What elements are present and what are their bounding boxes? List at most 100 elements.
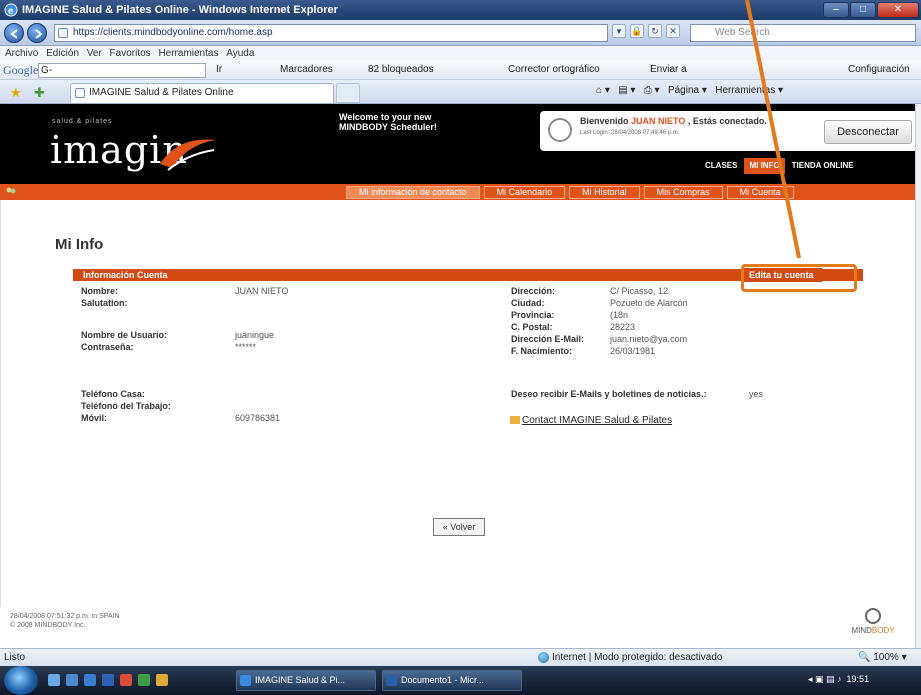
field-usuario: Nombre de Usuario: juaningue <box>81 330 401 342</box>
new-tab-button[interactable] <box>336 83 360 103</box>
menu-edicion[interactable]: Edición <box>46 46 79 61</box>
favorites-star-icon[interactable]: ★ <box>10 85 22 101</box>
blocked-popups-button[interactable]: 82 bloqueados <box>368 64 434 75</box>
menu-herramientas[interactable]: Herramientas <box>158 46 218 61</box>
user-name: JUAN NIETO <box>631 116 686 126</box>
field-value: yes <box>749 389 764 399</box>
page-menu-button[interactable]: Página <box>668 85 699 96</box>
subnav-calendar[interactable]: Mi Calendario <box>483 186 566 199</box>
menu-ayuda[interactable]: Ayuda <box>226 46 254 61</box>
feeds-icon[interactable]: ▤ ▾ <box>618 85 635 96</box>
google-go-button[interactable]: Ir <box>216 64 222 75</box>
field-nacimiento: F. Nacimiento: 26/03/1981 <box>511 346 811 358</box>
dropdown-icon[interactable]: ▾ <box>612 24 626 38</box>
login-box: Bienvenido JUAN NIETO , Estás conectado.… <box>540 111 915 151</box>
send-to-button[interactable]: Enviar a <box>650 64 687 75</box>
web-search-input[interactable]: Web Search <box>690 24 916 42</box>
home-icon[interactable]: ⌂ ▾ <box>596 85 610 96</box>
stop-icon[interactable]: ✕ <box>666 24 680 38</box>
ie-task-icon <box>240 675 251 686</box>
footer-copyright: © 2008 MINDBODY Inc. <box>10 622 86 629</box>
field-tel-trabajo: Teléfono del Trabajo: <box>81 401 401 413</box>
window-titlebar: e IMAGINE Salud & Pilates Online - Windo… <box>0 0 921 20</box>
topnav-tienda-online[interactable]: TIENDA ONLINE <box>786 158 859 174</box>
field-value: 28223 <box>610 322 636 332</box>
field-value: juan.nieto@ya.com <box>610 334 688 344</box>
mail-quicklaunch-icon[interactable] <box>102 674 114 686</box>
mindbody-logo[interactable]: MINDBODY <box>838 608 908 642</box>
security-zone-label: Internet | Modo protegido: desactivado <box>552 652 723 664</box>
callout-highlight-box <box>741 264 857 292</box>
subnav-purchases[interactable]: Mis Compras <box>643 186 723 199</box>
subnav-history[interactable]: Mi Historial <box>569 186 640 199</box>
word-task-icon <box>386 675 397 686</box>
refresh-icon[interactable]: ↻ <box>648 24 662 38</box>
subnav-account[interactable]: Mi Cuenta <box>726 186 794 199</box>
menu-favoritos[interactable]: Favoritos <box>110 46 151 61</box>
contact-link[interactable]: Contact IMAGINE Salud & Pilates <box>510 415 672 426</box>
field-movil: Móvil: 609786381 <box>81 413 401 425</box>
taskbar-item-word-label: Documento1 - Micr... <box>401 675 485 685</box>
topnav-mi-info[interactable]: MI INFO <box>744 158 785 174</box>
field-value: 26/03/1981 <box>610 346 656 356</box>
forward-nav-button[interactable] <box>27 23 47 43</box>
close-window-button[interactable]: ✕ <box>877 2 919 18</box>
field-salutation: Salutation: <box>81 298 401 310</box>
ie-quicklaunch-icon[interactable] <box>84 674 96 686</box>
tools-menu-button[interactable]: Herramientas <box>715 85 775 96</box>
logout-button[interactable]: Desconectar <box>824 120 912 144</box>
menu-ver[interactable]: Ver <box>87 46 102 61</box>
section-label: Información Cuenta <box>83 270 168 280</box>
field-password: Contraseña: ****** <box>81 342 401 354</box>
bookmarks-button[interactable]: Marcadores <box>280 64 333 75</box>
field-value: JUAN NIETO <box>235 286 289 296</box>
back-nav-button[interactable] <box>4 23 24 43</box>
taskbar-item-ie[interactable]: IMAGINE Salud & Pi... <box>236 670 376 691</box>
minimize-button[interactable]: – <box>823 2 849 18</box>
url-input[interactable]: https://clients.mindbodyonline.com/home.… <box>54 24 608 42</box>
field-value: (18n <box>610 310 629 320</box>
field-label: Provincia: <box>511 310 555 320</box>
field-label: Móvil: <box>81 413 107 423</box>
ie-icon: e <box>4 3 18 17</box>
zoom-level[interactable]: 🔍 100% ▾ <box>858 652 907 663</box>
folder-quicklaunch-icon[interactable] <box>156 674 168 686</box>
field-email: Dirección E-Mail: juan.nieto@ya.com <box>511 334 811 346</box>
add-favorites-icon[interactable]: ✚ <box>34 85 45 101</box>
vertical-scrollbar[interactable] <box>915 104 921 648</box>
taskbar: IMAGINE Salud & Pi... Documento1 - Micr.… <box>0 666 921 695</box>
maximize-button[interactable]: □ <box>850 2 876 18</box>
field-value: C/ Picasso, 12 <box>610 286 669 296</box>
last-login: Last Login: 28/04/2008 07:49:46 p.m. <box>580 130 680 136</box>
welcome-message: Welcome to your new MINDBODY Scheduler! <box>339 112 437 132</box>
menu-archivo[interactable]: Archivo <box>5 46 38 61</box>
tray-icons[interactable]: ◂ ▣ ▤ ♪ <box>808 674 842 684</box>
clock[interactable]: 19:51 <box>847 674 870 684</box>
page-title: Mi Info <box>55 236 104 253</box>
globe-icon <box>538 652 549 663</box>
lock-icon[interactable]: 🔒 <box>630 24 644 38</box>
taskbar-item-word[interactable]: Documento1 - Micr... <box>382 670 522 691</box>
mindbody-logo-b: BODY <box>871 626 895 635</box>
show-desktop-icon[interactable] <box>48 674 60 686</box>
print-icon[interactable]: ⎙ ▾ <box>644 85 660 96</box>
tab-imagine[interactable]: IMAGINE Salud & Pilates Online <box>70 83 334 103</box>
switch-windows-icon[interactable] <box>66 674 78 686</box>
media-quicklaunch-icon[interactable] <box>120 674 132 686</box>
subnav-contact-info[interactable]: Mi información de contacto <box>346 186 480 199</box>
envelope-icon <box>510 416 520 425</box>
google-search-input[interactable]: G- <box>38 63 206 78</box>
security-zone[interactable]: Internet | Modo protegido: desactivado <box>538 652 722 663</box>
field-label: Nombre de Usuario: <box>81 330 168 340</box>
topnav-clases[interactable]: CLASES <box>700 158 743 174</box>
mindbody-logo-a: MIND <box>851 626 872 635</box>
system-tray: ◂ ▣ ▤ ♪ 19:51 <box>808 674 869 685</box>
tab-page-icon <box>75 88 85 98</box>
app-quicklaunch-icon[interactable] <box>138 674 150 686</box>
spellcheck-button[interactable]: Corrector ortográfico <box>508 64 600 75</box>
start-button[interactable] <box>4 666 38 695</box>
google-settings-button[interactable]: Configuración <box>848 64 910 75</box>
logo-tagline: salud & pilates <box>52 118 113 125</box>
back-button[interactable]: « Volver <box>433 518 485 536</box>
field-newsletter: Deseo recibir E-Mails y boletines de not… <box>511 389 811 401</box>
